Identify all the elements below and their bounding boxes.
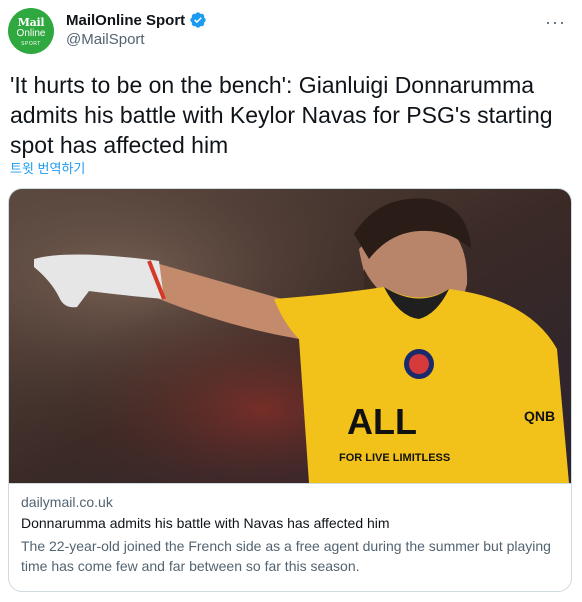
display-name[interactable]: MailOnline Sport [66,12,185,29]
svg-text:QNB: QNB [524,408,555,424]
tweet-text: 'It hurts to be on the bench': Gianluigi… [10,72,553,158]
translate-tweet-link[interactable]: 트윗 번역하기 [10,158,85,177]
verified-badge-icon [190,12,206,28]
svg-text:ALL: ALL [347,401,417,442]
avatar-logo-line2: Online [16,28,46,39]
card-image: ALL FOR LIVE LIMITLESS QNB [9,189,571,483]
card-description: The 22-year-old joined the French side a… [21,538,551,574]
svg-text:FOR LIVE LIMITLESS: FOR LIVE LIMITLESS [339,452,450,464]
avatar[interactable]: Mail Online SPORT [8,8,54,54]
avatar-logo-line3: SPORT [21,41,41,47]
card-meta[interactable]: dailymail.co.uk Donnarumma admits his ba… [9,483,571,591]
author-name-row: MailOnline Sport [66,11,207,29]
card-title[interactable]: Donnarumma admits his battle with Navas … [21,515,390,531]
link-card[interactable]: ALL FOR LIVE LIMITLESS QNB dailymail.co.… [8,188,572,592]
user-handle[interactable]: @MailSport [66,31,145,48]
more-options-icon[interactable]: ··· [545,12,566,33]
card-domain: dailymail.co.uk [21,494,113,510]
